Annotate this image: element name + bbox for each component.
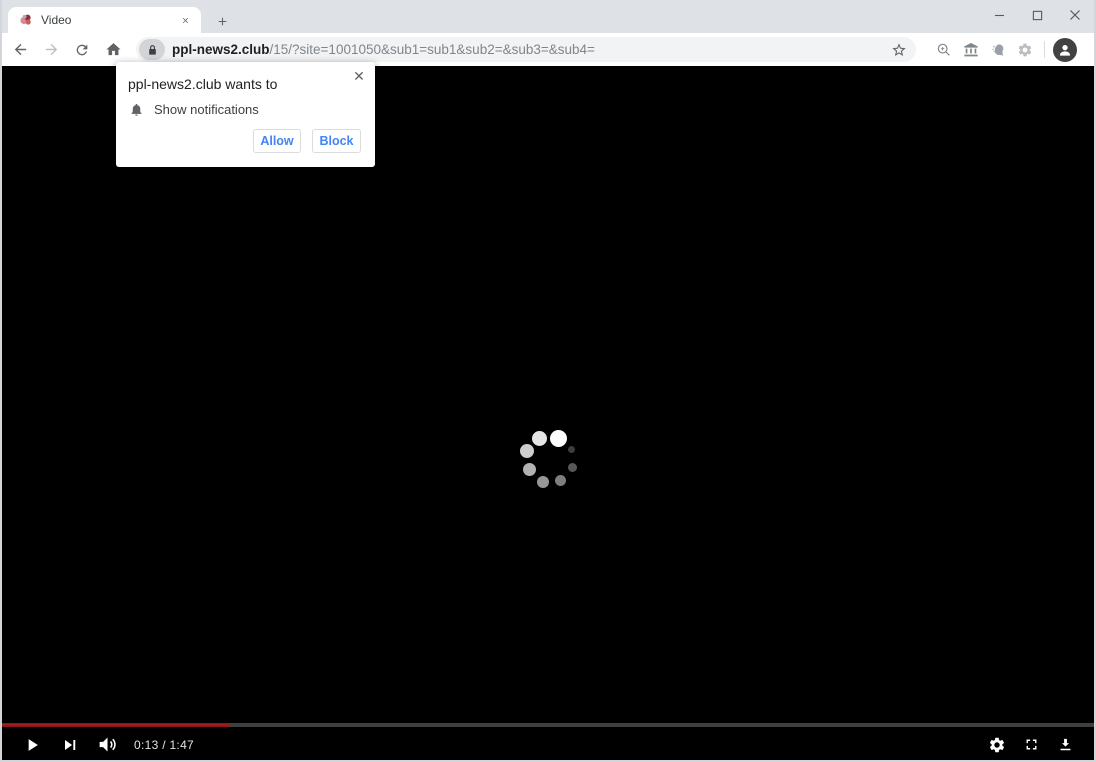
spinner-dot [537, 476, 549, 488]
time-display: 0:13 / 1:47 [134, 737, 195, 752]
block-button[interactable]: Block [312, 129, 361, 153]
right-controls [980, 730, 1094, 760]
next-button[interactable] [54, 730, 86, 760]
site-security-chip[interactable] [139, 39, 165, 60]
zoom-extension-icon[interactable] [930, 37, 957, 63]
volume-icon[interactable] [90, 730, 124, 760]
spinner-dot [523, 463, 536, 476]
gear-extension-icon[interactable] [1011, 37, 1038, 63]
toolbar-separator [1044, 41, 1045, 58]
permission-row: Show notifications [129, 102, 259, 117]
browser-menu-icon[interactable] [1083, 37, 1094, 63]
head-extension-icon[interactable] [984, 37, 1011, 63]
settings-gear-icon[interactable] [980, 730, 1014, 760]
extensions-area [930, 37, 1094, 63]
url-text: ppl-news2.club/15/?site=1001050&sub1=sub… [172, 42, 889, 57]
video-controls-bar: 0:13 / 1:47 [2, 729, 1094, 760]
spinner-dot [568, 463, 577, 472]
forward-button[interactable] [38, 37, 64, 63]
tab-favicon-icon [20, 14, 31, 25]
spinner-dot [550, 430, 567, 447]
spinner-dot [555, 475, 566, 486]
spinner-dot [520, 444, 534, 458]
window-controls [980, 0, 1094, 30]
spinner-dot [568, 446, 575, 453]
bookmark-star-icon[interactable] [889, 40, 909, 60]
url-domain: ppl-news2.club [172, 42, 270, 57]
play-button[interactable] [16, 730, 48, 760]
tab-strip: Video [2, 0, 1094, 33]
spinner-dot [532, 431, 547, 446]
allow-button[interactable]: Allow [253, 129, 301, 153]
permission-text: Show notifications [154, 102, 259, 117]
fullscreen-icon[interactable] [1014, 730, 1048, 760]
url-path: /15/?site=1001050&sub1=sub1&sub2=&sub3=&… [269, 42, 595, 57]
tab-video[interactable]: Video [8, 7, 201, 33]
download-icon[interactable] [1048, 730, 1082, 760]
video-progress-bar[interactable] [2, 723, 1094, 727]
window-close-button[interactable] [1056, 0, 1094, 30]
browser-window: Video ppl-news2.club/15/?site=1001050&su… [0, 0, 1096, 762]
tab-title: Video [41, 13, 72, 27]
window-maximize-button[interactable] [1018, 0, 1056, 30]
bell-icon [131, 103, 142, 116]
new-tab-button[interactable] [210, 9, 234, 33]
bank-extension-icon[interactable] [957, 37, 984, 63]
home-button[interactable] [100, 37, 126, 63]
notification-permission-dialog: ✕ ppl-news2.club wants to Show notificat… [116, 62, 375, 167]
dialog-title: ppl-news2.club wants to [128, 76, 278, 92]
page-content [2, 66, 1094, 760]
dialog-close-icon[interactable]: ✕ [350, 67, 368, 85]
video-progress-fill [2, 723, 230, 727]
profile-avatar[interactable] [1053, 37, 1077, 62]
tab-close-icon[interactable] [177, 12, 193, 28]
reload-button[interactable] [69, 37, 95, 63]
back-button[interactable] [7, 37, 33, 63]
window-minimize-button[interactable] [980, 0, 1018, 30]
address-bar[interactable]: ppl-news2.club/15/?site=1001050&sub1=sub… [136, 37, 916, 62]
lock-icon [148, 44, 156, 55]
